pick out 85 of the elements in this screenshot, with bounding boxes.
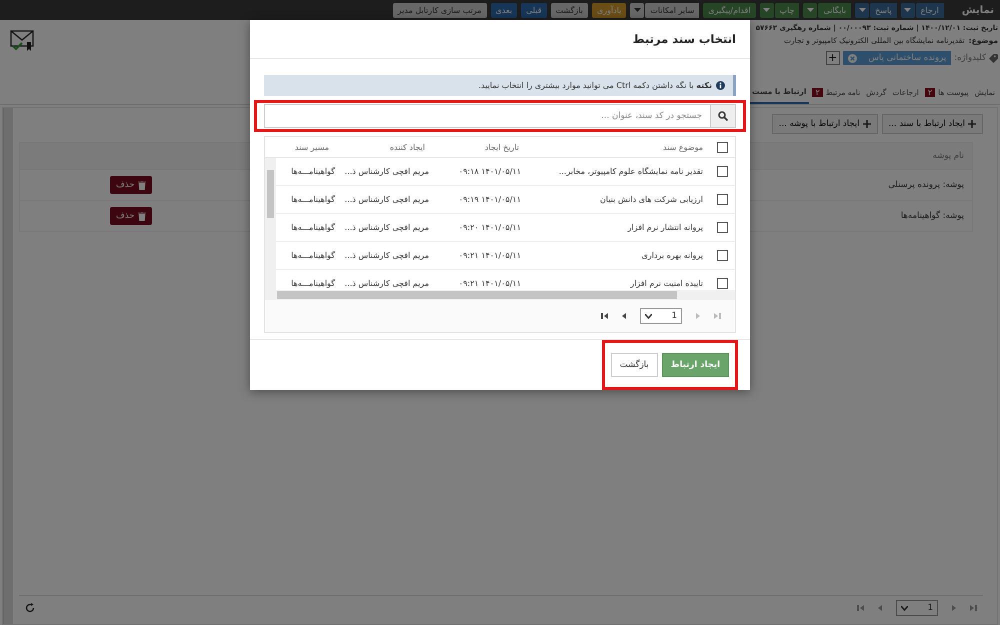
dropdown-button[interactable] bbox=[803, 2, 818, 18]
column-header: نام پوشه bbox=[932, 151, 964, 161]
refresh-icon[interactable] bbox=[25, 603, 35, 613]
table-cell-text: ارزیابی شرکت های دانش بنیان bbox=[599, 195, 704, 204]
dropdown-button[interactable] bbox=[760, 2, 774, 18]
dropdown-button[interactable] bbox=[900, 2, 915, 18]
caret-icon bbox=[858, 8, 866, 12]
checkbox[interactable] bbox=[716, 278, 728, 289]
first-page-icon[interactable] bbox=[601, 313, 608, 319]
table-cell: پوشه: پرونده پرسنلی bbox=[888, 180, 964, 190]
table-cell-text: ۱۴۰۱/۰۵/۱۱ ۰۹:۱۸ bbox=[458, 167, 522, 176]
previous-page-icon[interactable] bbox=[622, 313, 626, 319]
table-cell-text: گواهینامـــه‌ها bbox=[290, 195, 336, 204]
page-select[interactable]: 1 bbox=[896, 600, 938, 616]
table-cell-text: گواهینامـــه‌ها bbox=[290, 167, 336, 176]
envelope-icon[interactable] bbox=[10, 30, 36, 52]
table-cell-text: ۱۴۰۱/۰۵/۱۱ ۰۹:۲۱ bbox=[458, 279, 522, 288]
caret-icon bbox=[901, 606, 908, 610]
dropdown-button[interactable] bbox=[630, 2, 644, 18]
page-title: نمایش bbox=[962, 4, 994, 16]
dialog-button[interactable]: بازگشت bbox=[610, 353, 658, 377]
search-button[interactable] bbox=[710, 104, 736, 128]
trash-icon bbox=[138, 212, 146, 220]
toolbar-button[interactable]: مرتب سازی کارتابل مدیر bbox=[392, 2, 487, 18]
page-select[interactable]: 1 bbox=[640, 308, 682, 324]
checkbox[interactable] bbox=[716, 166, 728, 177]
toolbar-button[interactable]: پاسخ bbox=[870, 2, 897, 18]
toolbar-button[interactable]: بعدی bbox=[490, 2, 518, 18]
table-cell-text: گواهینامـــه‌ها bbox=[290, 279, 336, 288]
table-cell-text: مریم افچی کارشناس ذ... bbox=[344, 251, 430, 260]
table-cell-text: مریم افچی کارشناس ذ... bbox=[344, 195, 430, 204]
checkbox[interactable] bbox=[716, 222, 728, 233]
trash-icon bbox=[138, 180, 146, 190]
action-button[interactable]: ایجاد ارتباط با پوشه ... bbox=[772, 114, 878, 134]
keyword-tag: پرونده ساختمانی یاس bbox=[842, 51, 952, 65]
toolbar-button[interactable]: قبلی bbox=[521, 2, 547, 18]
table-cell-text: تقدیر نامه نمایشگاه علوم کامپیوتر، مخابر... bbox=[558, 167, 704, 176]
toolbar-button[interactable]: چاپ bbox=[774, 2, 800, 18]
caret-icon bbox=[763, 8, 770, 12]
table-cell-text: پروانه انتشار نرم افزار bbox=[626, 223, 704, 232]
table-cell: پوشه: گواهینامه‌ها bbox=[900, 211, 964, 221]
toolbar-button[interactable]: ارجاع bbox=[916, 2, 944, 18]
column-header: ایجاد کننده bbox=[388, 142, 426, 152]
scrollbar[interactable] bbox=[265, 158, 276, 290]
dialog-title: انتخاب سند مرتبط bbox=[632, 32, 736, 46]
table-cell-text: مریم افچی کارشناس ذ... bbox=[344, 279, 430, 288]
dropdown-button[interactable] bbox=[855, 2, 870, 18]
table-cell-text: گواهینامـــه‌ها bbox=[290, 223, 336, 232]
checkbox[interactable] bbox=[716, 194, 728, 205]
toolbar-button[interactable]: سایر امکانات bbox=[645, 2, 700, 18]
scrollbar[interactable] bbox=[3, 108, 13, 624]
search-icon bbox=[718, 111, 728, 121]
delete-button[interactable]: حذف bbox=[110, 176, 152, 194]
table-cell-text: ۱۴۰۱/۰۵/۱۱ ۰۹:۲۱ bbox=[458, 251, 522, 260]
toolbar-button[interactable]: بازگشت bbox=[550, 2, 588, 18]
table-cell-text: گواهینامـــه‌ها bbox=[290, 251, 336, 260]
toolbar-button[interactable]: بایگانی bbox=[818, 2, 852, 18]
table-cell-text: پروانه بهره برداری bbox=[640, 251, 704, 260]
info-icon bbox=[716, 81, 725, 90]
table-cell-text: مریم افچی کارشناس ذ... bbox=[344, 167, 430, 176]
column-header: موضوع سند bbox=[662, 142, 704, 152]
caret-icon bbox=[904, 8, 912, 12]
note-text: نکته با نگه داشتن دکمه Ctrl می توانید موارد بیشتری را انتخاب نمایید. bbox=[478, 81, 712, 90]
toolbar-button[interactable]: اقدام/پیگیری bbox=[703, 2, 756, 18]
table-cell-text: ۱۴۰۱/۰۵/۱۱ ۰۹:۱۹ bbox=[458, 195, 522, 204]
checkbox[interactable] bbox=[716, 142, 728, 152]
keyword-label: کلیدواژه: bbox=[954, 53, 986, 63]
tag-icon bbox=[989, 54, 998, 62]
caret-icon bbox=[806, 8, 814, 12]
plus-icon bbox=[968, 120, 976, 128]
caret-icon bbox=[634, 8, 641, 12]
checkbox[interactable] bbox=[716, 250, 728, 261]
table-cell-text: تاییده امنیت نرم افزار bbox=[629, 279, 704, 288]
delete-button[interactable]: حذف bbox=[110, 207, 152, 225]
column-header: مسیر سند bbox=[294, 142, 330, 152]
search-field[interactable]: جستجو در کد سند، عنوان ... bbox=[264, 104, 710, 128]
column-header: تاریخ ایجاد bbox=[484, 142, 520, 152]
scrollbar[interactable] bbox=[265, 290, 735, 300]
table-cell-text: مریم افچی کارشناس ذ... bbox=[344, 223, 430, 232]
add-keyword-button[interactable]: + bbox=[826, 51, 840, 65]
table-cell-text: ۱۴۰۱/۰۵/۱۱ ۰۹:۲۰ bbox=[458, 223, 522, 232]
action-button[interactable]: ایجاد ارتباط با سند ... bbox=[882, 114, 983, 134]
caret-icon bbox=[645, 314, 652, 318]
plus-icon bbox=[862, 120, 871, 128]
dialog-button[interactable]: ایجاد ارتباط bbox=[662, 353, 729, 377]
